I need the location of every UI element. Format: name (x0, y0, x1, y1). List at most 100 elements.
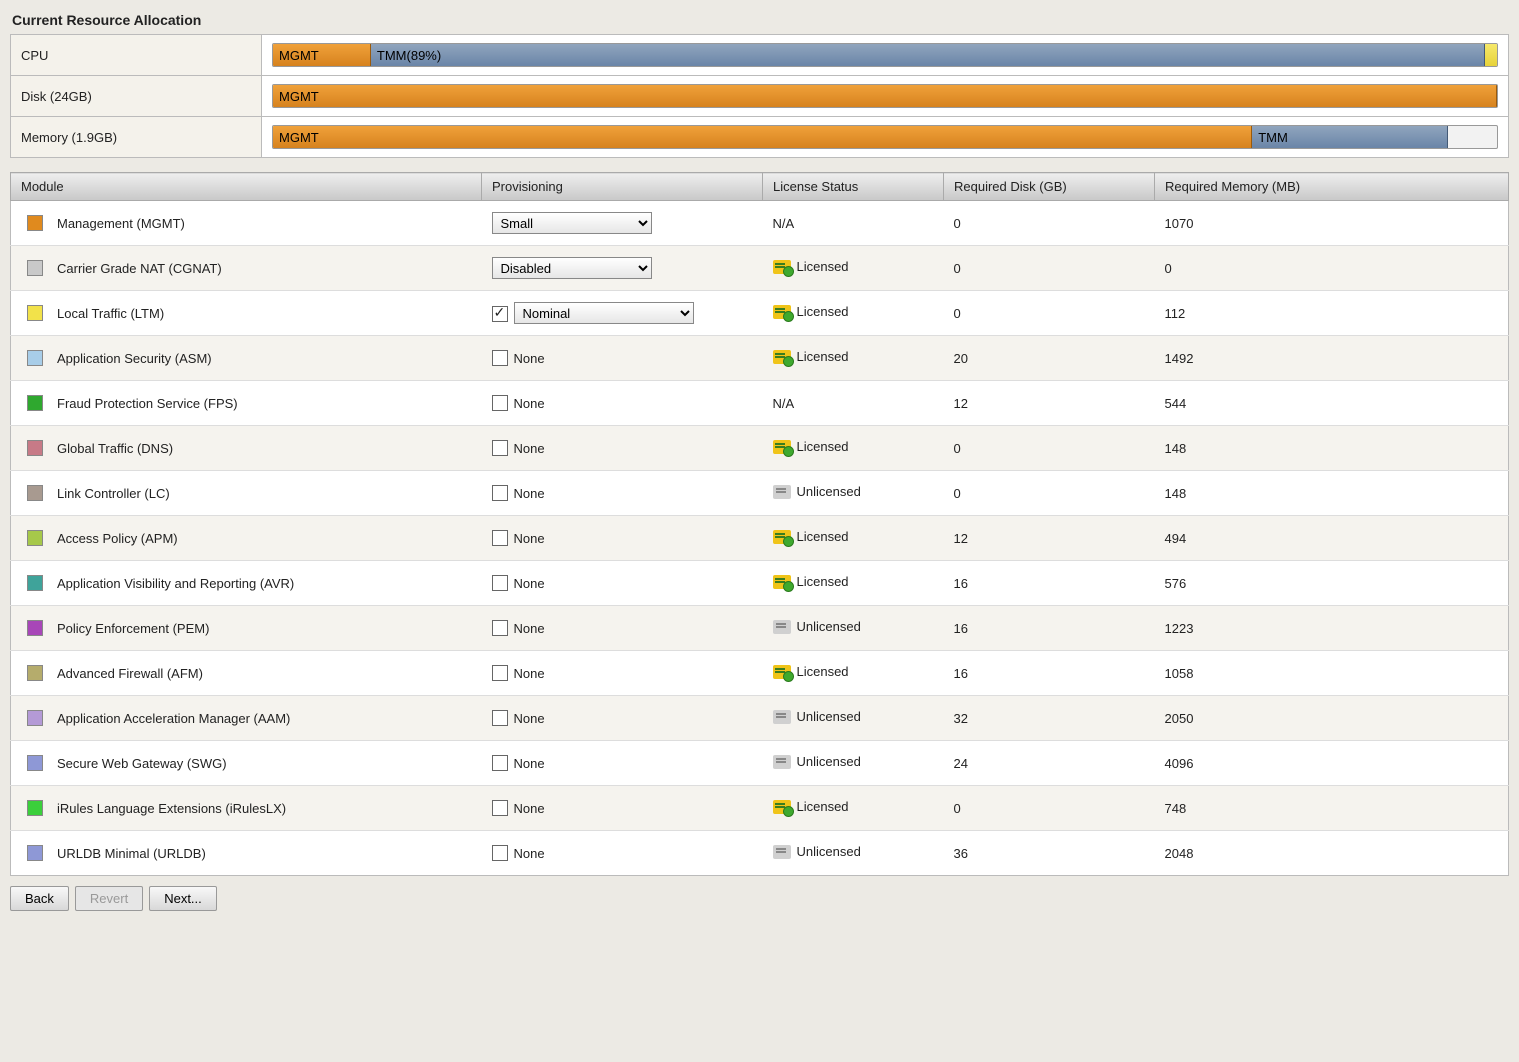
license-status: Licensed (773, 664, 849, 679)
module-row: Application Visibility and Reporting (AV… (11, 561, 1509, 606)
module-name: Policy Enforcement (PEM) (57, 621, 209, 636)
col-memory[interactable]: Required Memory (MB) (1155, 173, 1509, 201)
bar-segment: MGMT (273, 44, 371, 66)
provisioning-none: None (514, 711, 545, 726)
provisioning-checkbox[interactable] (492, 350, 508, 366)
module-color-swatch (27, 530, 43, 546)
module-name: Secure Web Gateway (SWG) (57, 756, 227, 771)
col-license[interactable]: License Status (763, 173, 944, 201)
resource-allocation-table: CPU MGMTTMM(89%) Disk (24GB) MGMT Memory… (10, 34, 1509, 158)
module-row: Global Traffic (DNS)NoneLicensed0148 (11, 426, 1509, 471)
provisioning-none: None (514, 351, 545, 366)
alloc-cpu-label: CPU (11, 35, 262, 76)
required-disk: 20 (944, 336, 1155, 381)
module-color-swatch (27, 665, 43, 681)
required-disk: 24 (944, 741, 1155, 786)
provisioning-checkbox[interactable] (492, 710, 508, 726)
col-provisioning[interactable]: Provisioning (482, 173, 763, 201)
provisioning-none: None (514, 801, 545, 816)
module-color-swatch (27, 485, 43, 501)
module-row: Carrier Grade NAT (CGNAT) DisabledSmallNo… (11, 246, 1509, 291)
license-status: Licensed (773, 529, 849, 544)
provisioning-none: None (514, 531, 545, 546)
provisioning-select[interactable]: DisabledSmallNominalDedicated (514, 302, 694, 324)
module-name: Local Traffic (LTM) (57, 306, 164, 321)
provisioning-checkbox[interactable] (492, 440, 508, 456)
col-disk[interactable]: Required Disk (GB) (944, 173, 1155, 201)
disk-bar: MGMT (272, 84, 1498, 108)
module-name: URLDB Minimal (URLDB) (57, 846, 206, 861)
licensed-icon (773, 350, 791, 364)
licensed-icon (773, 440, 791, 454)
provisioning-checkbox[interactable] (492, 845, 508, 861)
provisioning-none: None (514, 396, 545, 411)
module-color-swatch (27, 440, 43, 456)
provisioning-select[interactable]: DisabledSmallNominalDedicated (492, 212, 652, 234)
provisioning-checkbox[interactable] (492, 530, 508, 546)
module-color-swatch (27, 575, 43, 591)
provisioning-checkbox[interactable] (492, 665, 508, 681)
required-memory: 576 (1155, 561, 1509, 606)
provisioning-checkbox[interactable] (492, 620, 508, 636)
license-status: Licensed (773, 304, 849, 319)
module-name: iRules Language Extensions (iRulesLX) (57, 801, 286, 816)
required-memory: 148 (1155, 471, 1509, 516)
provisioning-checkbox[interactable] (492, 395, 508, 411)
module-row: Management (MGMT)DisabledSmallNominalDed… (11, 201, 1509, 246)
required-memory: 1070 (1155, 201, 1509, 246)
licensed-icon (773, 260, 791, 274)
required-disk: 0 (944, 246, 1155, 291)
module-row: Access Policy (APM)NoneLicensed12494 (11, 516, 1509, 561)
license-na: N/A (773, 216, 795, 231)
module-color-swatch (27, 845, 43, 861)
required-disk: 16 (944, 651, 1155, 696)
cpu-bar: MGMTTMM(89%) (272, 43, 1498, 67)
module-color-swatch (27, 800, 43, 816)
provisioning-checkbox[interactable] (492, 755, 508, 771)
provisioning-none: None (514, 621, 545, 636)
required-memory: 1492 (1155, 336, 1509, 381)
required-memory: 494 (1155, 516, 1509, 561)
bar-segment: MGMT (273, 85, 1497, 107)
required-disk: 0 (944, 426, 1155, 471)
provisioning-select[interactable]: DisabledSmallNominalDedicated (492, 257, 652, 279)
required-memory: 0 (1155, 246, 1509, 291)
provisioning-checkbox[interactable] (492, 485, 508, 501)
provisioning-none: None (514, 441, 545, 456)
provisioning-none: None (514, 756, 545, 771)
revert-button[interactable]: Revert (75, 886, 143, 911)
license-status: Unlicensed (773, 619, 861, 634)
provisioning-checkbox[interactable] (492, 306, 508, 322)
license-status: Unlicensed (773, 709, 861, 724)
license-status: Licensed (773, 439, 849, 454)
required-disk: 12 (944, 381, 1155, 426)
next-button[interactable]: Next... (149, 886, 217, 911)
col-module[interactable]: Module (11, 173, 482, 201)
unlicensed-icon (773, 845, 791, 859)
bar-segment: TMM(89%) (371, 44, 1485, 66)
module-row: Link Controller (LC)NoneUnlicensed0148 (11, 471, 1509, 516)
unlicensed-icon (773, 485, 791, 499)
license-status: Licensed (773, 259, 849, 274)
required-disk: 36 (944, 831, 1155, 876)
module-row: Application Security (ASM)NoneLicensed20… (11, 336, 1509, 381)
module-row: URLDB Minimal (URLDB)NoneUnlicensed36204… (11, 831, 1509, 876)
required-memory: 2048 (1155, 831, 1509, 876)
module-color-swatch (27, 215, 43, 231)
required-memory: 2050 (1155, 696, 1509, 741)
unlicensed-icon (773, 620, 791, 634)
required-disk: 0 (944, 471, 1155, 516)
required-disk: 0 (944, 786, 1155, 831)
required-memory: 544 (1155, 381, 1509, 426)
licensed-icon (773, 665, 791, 679)
provisioning-checkbox[interactable] (492, 575, 508, 591)
module-name: Advanced Firewall (AFM) (57, 666, 203, 681)
licensed-icon (773, 530, 791, 544)
provisioning-none: None (514, 846, 545, 861)
required-disk: 32 (944, 696, 1155, 741)
provisioning-checkbox[interactable] (492, 800, 508, 816)
license-status: Unlicensed (773, 754, 861, 769)
back-button[interactable]: Back (10, 886, 69, 911)
module-name: Fraud Protection Service (FPS) (57, 396, 238, 411)
module-name: Carrier Grade NAT (CGNAT) (57, 261, 222, 276)
